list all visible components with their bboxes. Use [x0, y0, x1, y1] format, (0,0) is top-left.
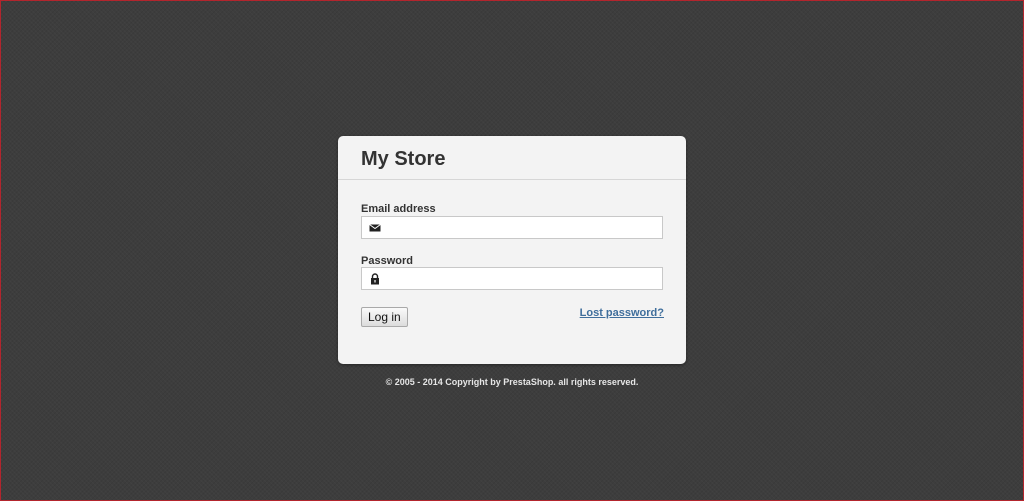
password-field-wrapper[interactable] [361, 267, 663, 290]
login-button[interactable]: Log in [361, 307, 408, 327]
login-panel: My Store Email address Password Log in L… [338, 136, 686, 364]
email-label: Email address [361, 203, 436, 215]
panel-header: My Store [338, 136, 686, 180]
store-title: My Store [361, 148, 446, 170]
lost-password-link[interactable]: Lost password? [580, 307, 664, 319]
copyright-text: © 2005 - 2014 Copyright by PrestaShop. a… [385, 377, 639, 387]
password-input[interactable] [386, 268, 658, 289]
lock-icon [371, 273, 379, 285]
envelope-icon [369, 224, 381, 232]
email-input[interactable] [386, 217, 658, 238]
email-field-wrapper[interactable] [361, 216, 663, 239]
